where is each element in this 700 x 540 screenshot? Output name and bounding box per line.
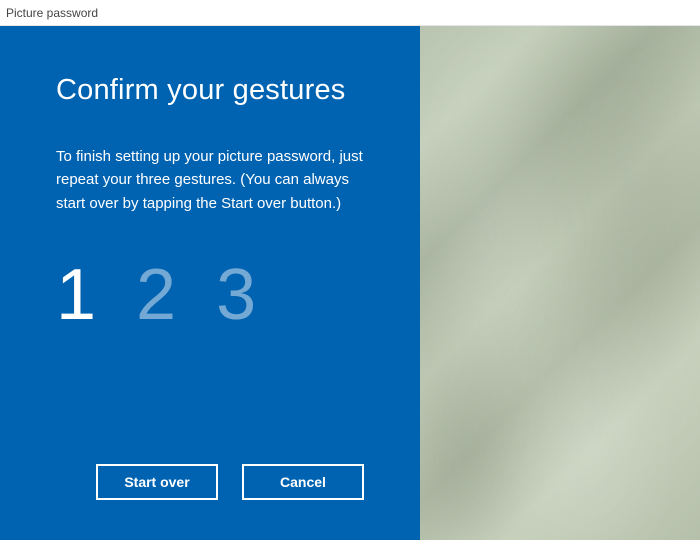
main-content: Confirm your gestures To finish setting … (0, 26, 700, 540)
start-over-button[interactable]: Start over (96, 464, 218, 500)
step-indicator: 1 2 3 (56, 259, 384, 331)
step-2: 2 (136, 259, 176, 331)
instruction-panel: Confirm your gestures To finish setting … (0, 26, 420, 540)
window-title: Picture password (6, 6, 98, 20)
cancel-button[interactable]: Cancel (242, 464, 364, 500)
instruction-text: To finish setting up your picture passwo… (56, 145, 366, 215)
page-heading: Confirm your gestures (56, 74, 384, 107)
step-1: 1 (56, 259, 96, 331)
gesture-picture-area[interactable] (420, 26, 700, 540)
title-bar: Picture password (0, 0, 700, 26)
button-row: Start over Cancel (96, 464, 364, 500)
step-3: 3 (216, 259, 256, 331)
